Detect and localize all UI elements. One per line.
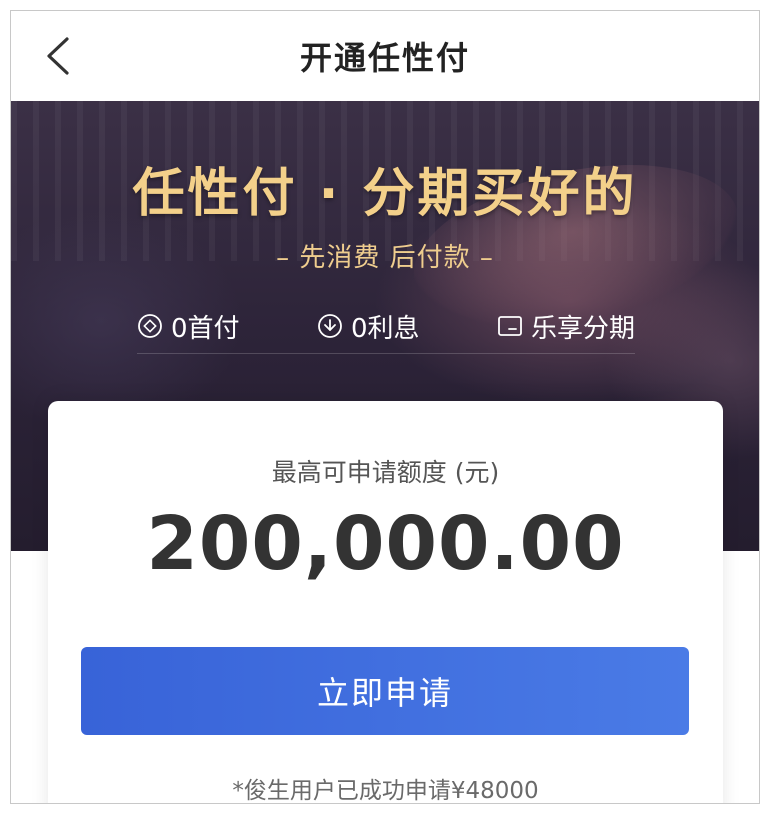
feature-no-down-payment: 0首付 xyxy=(137,308,240,345)
banner-headline: 任性付 · 分期买好的 xyxy=(132,164,638,224)
feature-label: 0利息 xyxy=(350,313,420,344)
down-arrow-circle-icon xyxy=(317,313,343,339)
credit-limit-amount: 200,000.00 xyxy=(146,501,625,587)
feature-no-interest: 0利息 xyxy=(317,308,420,345)
feature-installments: 乐享分期 xyxy=(497,308,635,345)
feature-label: 0首付 xyxy=(171,313,240,344)
feature-label: 乐享分期 xyxy=(530,313,635,344)
chevron-left-icon xyxy=(47,37,69,75)
credit-limit-label: 最高可申请额度 (元) xyxy=(271,458,500,487)
card-icon xyxy=(497,313,523,339)
page-title: 开通任性付 xyxy=(299,39,470,77)
credit-limit-card: 最高可申请额度 (元) 200,000.00 立即申请 *俊生用户已成功申请¥4… xyxy=(48,401,723,804)
app-screen: 开通任性付 任性付 · 分期买好的 – 先消费 后付款 – 0首付 0利息 乐享… xyxy=(10,10,760,804)
banner-subtitle: – 先消费 后付款 – xyxy=(276,243,494,273)
nav-bar: 开通任性付 xyxy=(11,11,759,101)
apply-now-button[interactable]: 立即申请 xyxy=(81,647,689,735)
back-button[interactable] xyxy=(39,33,79,79)
coin-circle-icon xyxy=(137,313,163,339)
feature-list: 0首付 0利息 乐享分期 xyxy=(137,299,635,354)
success-note: *俊生用户已成功申请¥48000 xyxy=(232,778,539,804)
